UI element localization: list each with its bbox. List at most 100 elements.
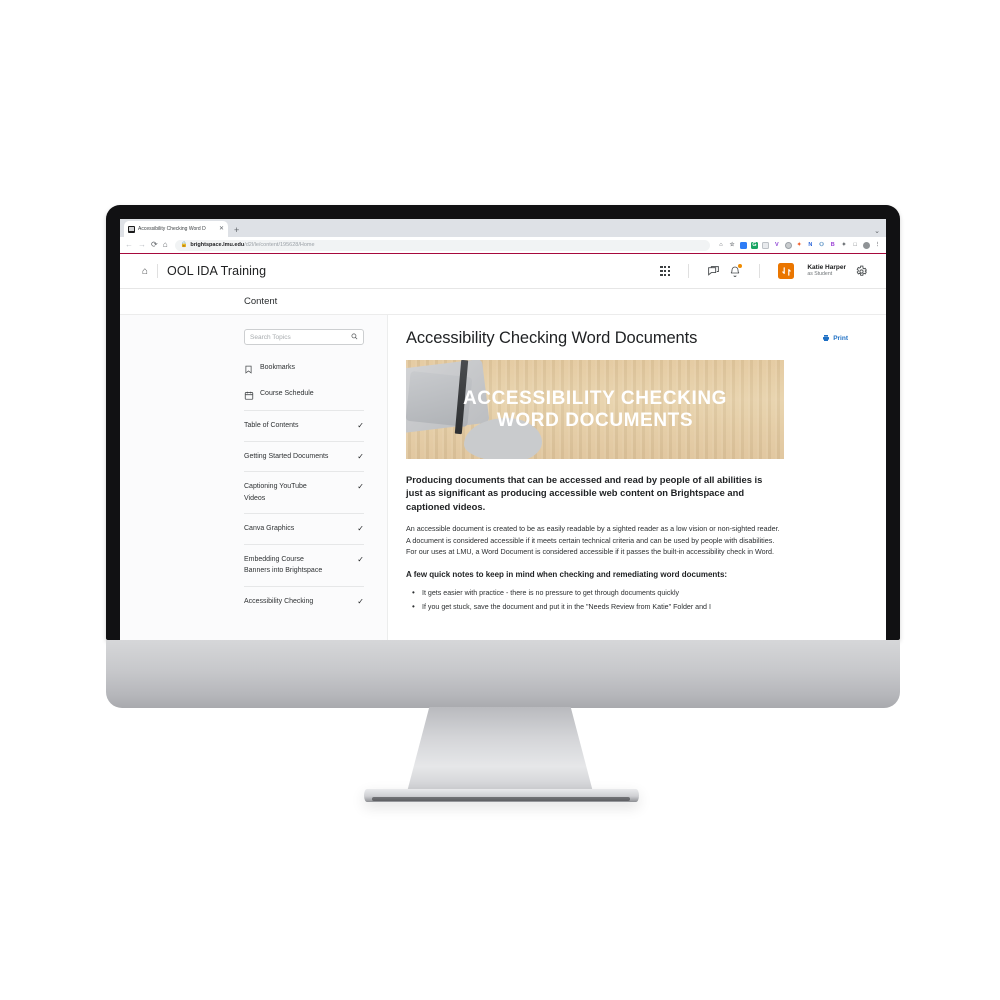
completion-check-icon: ✓: [357, 421, 364, 430]
browser-tab-title: Accessibility Checking Word D: [138, 226, 206, 232]
sub-heading: A few quick notes to keep in mind when c…: [406, 570, 728, 579]
extension-doc-icon[interactable]: [762, 241, 770, 249]
completion-check-icon: ✓: [357, 451, 364, 461]
completion-check-icon: ✓: [357, 554, 364, 564]
app-body: Bookmarks Course Schedule Table: [120, 315, 886, 640]
list-item: It gets easier with practice - there is …: [406, 588, 862, 599]
page-section-label: Content: [244, 296, 278, 307]
app-grid-icon[interactable]: [660, 265, 671, 277]
page-title: Accessibility Checking Word Documents: [406, 329, 698, 347]
content-sidebar: Bookmarks Course Schedule Table: [120, 315, 388, 640]
banner-line-2: WORD DOCUMENTS: [496, 409, 694, 431]
completion-check-icon: ✓: [357, 596, 364, 606]
address-bar[interactable]: 🔒 brightspace.lmu.edu/d2l/le/content/195…: [174, 239, 711, 251]
course-banner-image: ACCESSIBILITY CHECKING WORD DOCUMENTS: [406, 360, 784, 459]
divider: [688, 264, 690, 278]
extension-color-icon[interactable]: ✦: [796, 242, 803, 249]
browser-tab-strip: Accessibility Checking Word D ✕ + ⌄: [120, 219, 886, 237]
extension-gray-circle-icon[interactable]: [784, 241, 792, 249]
table-of-contents-item-label: Table of Contents: [244, 422, 299, 429]
monitor-stand-base-edge: [372, 797, 630, 801]
back-button[interactable]: ←: [125, 241, 133, 249]
printer-icon: [822, 334, 830, 344]
browser-toolbar-icons: ⌂ ☆ G V ✦ N ⚇ B ✦ □ ⋮: [717, 241, 881, 249]
home-icon[interactable]: ⌂: [142, 266, 148, 277]
monitor-stand-neck: [407, 707, 593, 792]
user-info[interactable]: Katie Harper as Student: [807, 264, 846, 277]
divider: [157, 264, 159, 278]
extension-v-icon[interactable]: V: [773, 242, 780, 249]
extension-n-icon[interactable]: N: [807, 242, 814, 249]
print-label: Print: [833, 335, 848, 342]
discussions-icon[interactable]: [707, 265, 720, 278]
table-of-contents-item-label: Captioning YouTube Videos: [244, 483, 307, 502]
navbar-actions: Katie Harper as Student: [660, 263, 868, 279]
monitor-bezel: Accessibility Checking Word D ✕ + ⌄ ← → …: [106, 205, 900, 640]
table-of-contents-item[interactable]: Table of Contents ✓: [244, 410, 364, 441]
lead-paragraph: Producing documents that can be accessed…: [406, 474, 763, 512]
url-domain: brightspace.lmu.edu: [190, 242, 245, 248]
home-button[interactable]: ⌂: [163, 241, 168, 249]
bookmark-star-icon[interactable]: ☆: [729, 242, 736, 249]
site-favicon: [128, 225, 135, 233]
notes-bullet-list: It gets easier with practice - there is …: [406, 588, 862, 614]
print-button[interactable]: Print: [822, 334, 848, 344]
screen: Accessibility Checking Word D ✕ + ⌄ ← → …: [120, 219, 886, 640]
chevron-down-icon[interactable]: ⌄: [874, 227, 880, 235]
profile-avatar-icon[interactable]: [862, 241, 870, 249]
close-tab-icon[interactable]: ✕: [219, 226, 224, 232]
browser-tab[interactable]: Accessibility Checking Word D ✕: [124, 221, 228, 237]
monitor-scene: Accessibility Checking Word D ✕ + ⌄ ← → …: [0, 0, 1000, 1000]
table-of-contents-item[interactable]: Accessibility Checking ✓: [244, 585, 364, 617]
notification-badge: [738, 263, 743, 268]
monitor-chin: [106, 640, 900, 708]
extension-b-icon[interactable]: B: [829, 242, 836, 249]
lock-icon: 🔒: [180, 242, 188, 248]
content-main: Accessibility Checking Word Documents Pr…: [388, 315, 886, 640]
reload-button[interactable]: ⟳: [151, 241, 158, 249]
table-of-contents-item[interactable]: Getting Started Documents ✓: [244, 440, 364, 472]
search-topics-box[interactable]: [244, 329, 364, 345]
extension-x-icon[interactable]: ⚇: [818, 242, 825, 249]
extensions-puzzle-icon[interactable]: ✦: [840, 242, 847, 249]
list-item: If you get stuck, save the document and …: [406, 602, 862, 613]
extension-blue-icon[interactable]: [739, 241, 747, 249]
sidepanel-icon[interactable]: □: [852, 242, 859, 249]
sidebar-item-bookmarks[interactable]: Bookmarks: [244, 358, 364, 376]
extension-green-icon[interactable]: G: [750, 241, 758, 249]
table-of-contents-item-label: Accessibility Checking: [244, 597, 314, 605]
completion-check-icon: ✓: [357, 482, 364, 492]
table-of-contents-item[interactable]: Captioning YouTube Videos ✓: [244, 471, 364, 513]
sidebar-item-label: Bookmarks: [260, 363, 296, 371]
body-paragraph: An accessible document is created to be …: [406, 524, 780, 557]
completion-check-icon: ✓: [357, 524, 364, 534]
divider: [759, 264, 761, 278]
user-role: as Student: [807, 270, 833, 277]
new-tab-button[interactable]: +: [234, 225, 239, 235]
banner-line-1: ACCESSIBILITY CHECKING: [462, 388, 728, 410]
table-of-contents-item-label: Embedding Course Banners into Brightspac…: [244, 555, 323, 575]
forward-button[interactable]: →: [138, 241, 146, 249]
search-input[interactable]: [250, 333, 347, 341]
notifications-bell-icon[interactable]: [729, 263, 743, 278]
sidebar-item-label: Course Schedule: [260, 389, 314, 397]
course-title[interactable]: OOL IDA Training: [167, 264, 266, 278]
table-of-contents-item-label: Canva Graphics: [244, 525, 295, 533]
browser-toolbar: ← → ⟳ ⌂ 🔒 brightspace.lmu.edu/d2l/le/con…: [120, 237, 886, 254]
table-of-contents-item-label: Getting Started Documents: [244, 452, 329, 460]
brightspace-navbar: ⌂ OOL IDA Training Katie Harper as Stude…: [120, 254, 886, 289]
avatar[interactable]: [778, 263, 795, 279]
table-of-contents-item[interactable]: Embedding Course Banners into Brightspac…: [244, 543, 364, 586]
table-of-contents-item[interactable]: Canva Graphics ✓: [244, 513, 364, 544]
address-bar-url: brightspace.lmu.edu/d2l/le/content/19562…: [190, 242, 314, 248]
share-icon[interactable]: ⌂: [717, 242, 724, 249]
calendar-icon: [244, 388, 254, 400]
bookmark-icon: [244, 362, 253, 374]
content-header: Accessibility Checking Word Documents Pr…: [406, 329, 862, 348]
table-of-contents-list: Table of Contents ✓ Getting Started Docume…: [244, 410, 364, 616]
sidebar-item-course-schedule[interactable]: Course Schedule: [244, 384, 364, 402]
chrome-menu-icon[interactable]: ⋮: [874, 242, 881, 249]
gear-icon[interactable]: [855, 265, 868, 278]
search-icon[interactable]: [351, 333, 358, 342]
breadcrumb: Content: [120, 289, 886, 315]
